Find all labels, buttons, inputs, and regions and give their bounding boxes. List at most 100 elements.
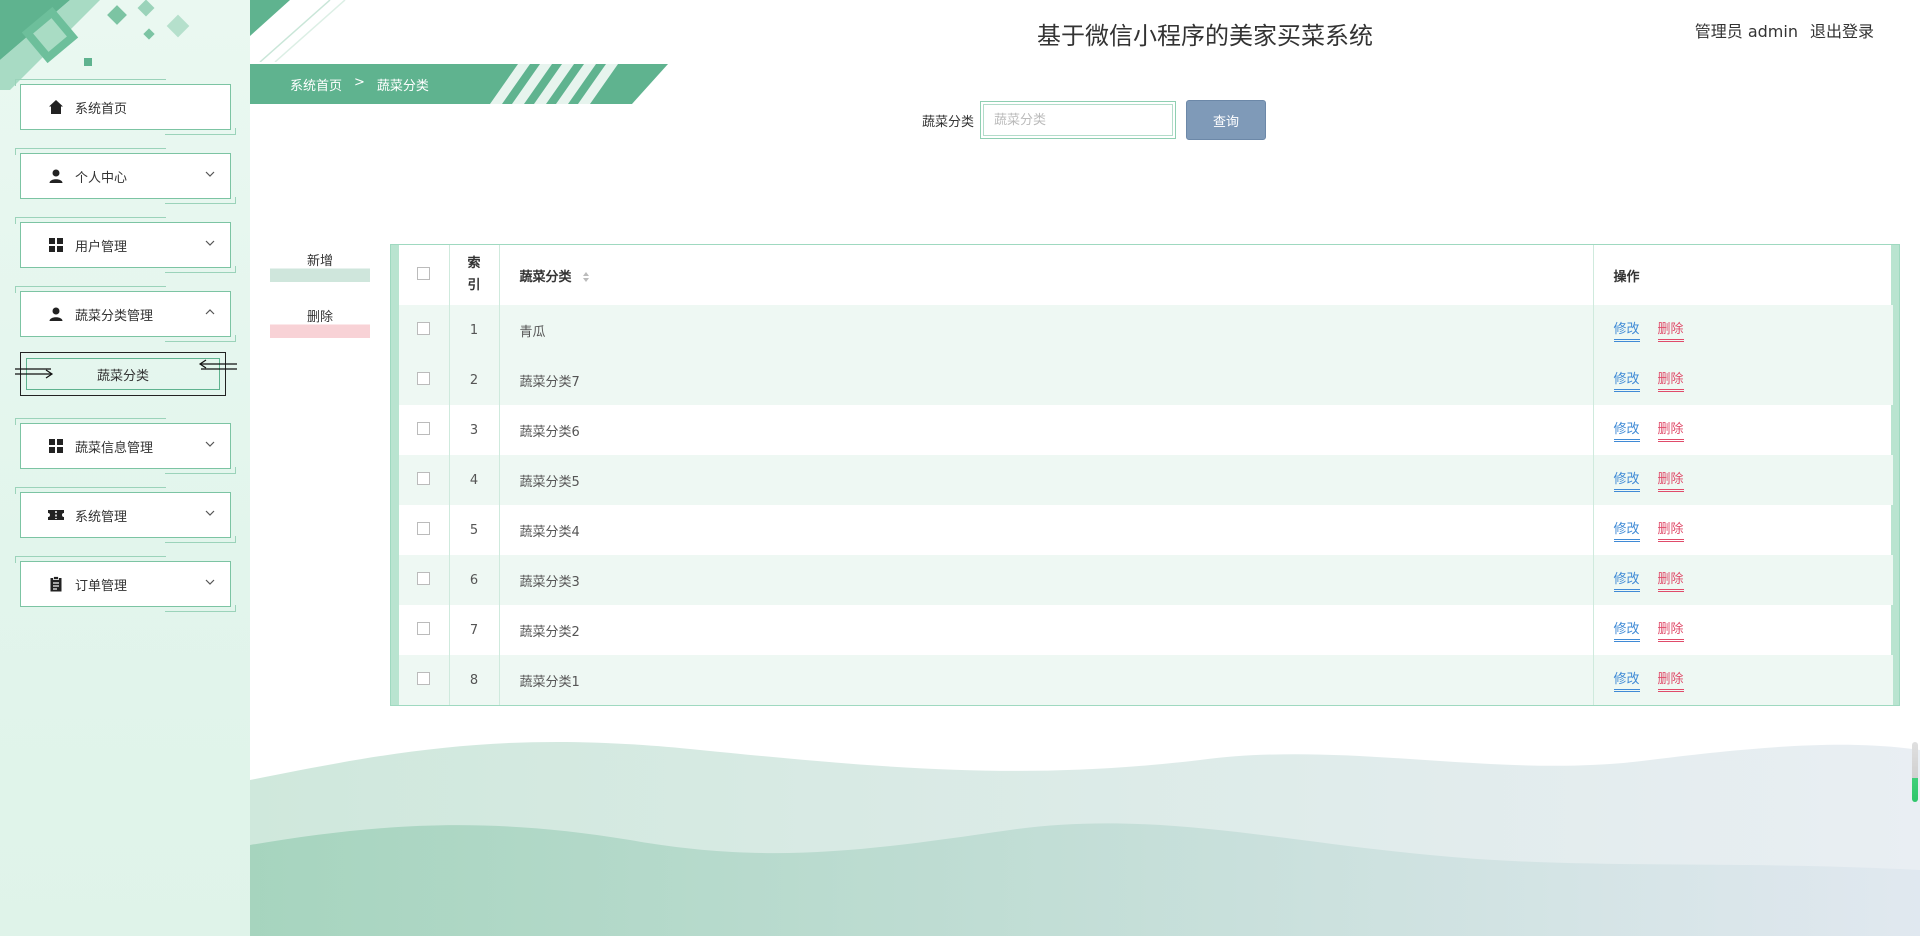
person-icon [47, 167, 65, 185]
table-left-bar [391, 245, 399, 705]
delete-link[interactable]: 删除 [1657, 318, 1684, 342]
table-row: 5 蔬菜分类4 修改 删除 [399, 505, 1893, 555]
sidebar-item-vegetable-category-management[interactable]: 蔬菜分类管理 [15, 286, 236, 342]
sidebar-subitem-vegetable-category[interactable]: 蔬菜分类 [15, 352, 237, 396]
chevron-down-icon [205, 441, 215, 447]
header-category[interactable]: 蔬菜分类 [499, 245, 1594, 305]
edit-link[interactable]: 修改 [1613, 568, 1640, 592]
row-checkbox[interactable] [417, 371, 431, 385]
row-checkbox[interactable] [417, 571, 431, 585]
person-icon [47, 305, 65, 323]
clipboard-icon [47, 575, 65, 593]
edit-link[interactable]: 修改 [1613, 518, 1640, 542]
breadcrumb-trail: 系统首页 > 蔬菜分类 [290, 75, 429, 94]
row-index: 6 [449, 555, 500, 605]
row-checkbox[interactable] [417, 521, 431, 535]
data-table-container: 索引 蔬菜分类 操作 1 青瓜 修改 删除 2 蔬菜分类7 修改 删除 3 蔬菜… [390, 244, 1900, 706]
row-checkbox[interactable] [417, 421, 431, 435]
select-all-checkbox[interactable] [417, 266, 431, 280]
sidebar-item-label: 蔬菜信息管理 [75, 440, 154, 456]
batch-delete-button[interactable]: 删除 [270, 308, 370, 338]
sidebar-item-user-management[interactable]: 用户管理 [15, 217, 236, 273]
edit-link[interactable]: 修改 [1613, 368, 1640, 392]
header-index: 索引 [449, 245, 500, 305]
row-index: 4 [449, 455, 500, 505]
sidebar-item-label: 订单管理 [75, 578, 128, 594]
chevron-down-icon [205, 510, 215, 516]
data-table: 索引 蔬菜分类 操作 1 青瓜 修改 删除 2 蔬菜分类7 修改 删除 3 蔬菜… [399, 245, 1893, 705]
chevron-down-icon [205, 171, 215, 177]
table-row: 3 蔬菜分类6 修改 删除 [399, 405, 1893, 455]
row-index: 2 [449, 355, 500, 405]
sidebar-item-vegetable-info-management[interactable]: 蔬菜信息管理 [15, 418, 236, 474]
arrow-right-icon [15, 368, 54, 379]
header-operation: 操作 [1613, 269, 1640, 285]
row-category-name: 蔬菜分类6 [499, 405, 1594, 455]
row-index: 8 [449, 655, 500, 705]
add-button[interactable]: 新增 [270, 252, 370, 282]
breadcrumb: 系统首页 > 蔬菜分类 [250, 64, 670, 104]
row-checkbox[interactable] [417, 671, 431, 685]
delete-link[interactable]: 删除 [1657, 668, 1684, 692]
delete-link[interactable]: 删除 [1657, 568, 1684, 592]
sort-icon[interactable] [582, 271, 590, 283]
grid-icon [47, 437, 65, 455]
row-category-name: 蔬菜分类7 [499, 355, 1594, 405]
breadcrumb-home[interactable]: 系统首页 [290, 75, 342, 94]
table-row: 4 蔬菜分类5 修改 删除 [399, 455, 1893, 505]
table-row: 1 青瓜 修改 删除 [399, 305, 1893, 355]
sidebar-subitem-label: 蔬菜分类 [96, 368, 149, 384]
table-row: 8 蔬菜分类1 修改 删除 [399, 655, 1893, 705]
sidebar-item-personal-center[interactable]: 个人中心 [15, 148, 236, 204]
home-icon [47, 98, 65, 116]
row-category-name: 蔬菜分类3 [499, 555, 1594, 605]
search-bar: 蔬菜分类 查询 [922, 100, 1267, 140]
search-input-frame [980, 101, 1177, 139]
edit-link[interactable]: 修改 [1613, 418, 1640, 442]
row-index: 7 [449, 605, 500, 655]
edit-link[interactable]: 修改 [1613, 618, 1640, 642]
table-header-row: 索引 蔬菜分类 操作 [399, 245, 1893, 305]
header-select-all-cell [399, 245, 450, 305]
row-category-name: 蔬菜分类2 [499, 605, 1594, 655]
ticket-icon [47, 506, 65, 524]
breadcrumb-separator: > [354, 75, 365, 90]
background-waves [250, 741, 1920, 936]
row-category-name: 蔬菜分类5 [499, 455, 1594, 505]
logout-link[interactable]: 退出登录 [1810, 18, 1874, 42]
top-header: 基于微信小程序的美家买菜系统 管理员 admin 退出登录 [250, 0, 1920, 62]
delete-link[interactable]: 删除 [1657, 368, 1684, 392]
edit-link[interactable]: 修改 [1613, 318, 1640, 342]
delete-link[interactable]: 删除 [1657, 418, 1684, 442]
sidebar-item-system-management[interactable]: 系统管理 [15, 487, 236, 543]
page-title: 基于微信小程序的美家买菜系统 [1037, 22, 1373, 50]
sidebar-item-label: 用户管理 [75, 239, 128, 255]
admin-label: 管理员 admin [1694, 22, 1798, 41]
sidebar-item-label: 蔬菜分类管理 [75, 308, 154, 324]
delete-link[interactable]: 删除 [1657, 468, 1684, 492]
row-category-name: 蔬菜分类1 [499, 655, 1594, 705]
delete-link[interactable]: 删除 [1657, 618, 1684, 642]
sidebar-item-label: 个人中心 [75, 170, 128, 186]
delete-link[interactable]: 删除 [1657, 518, 1684, 542]
sidebar-item-label: 系统首页 [75, 101, 128, 117]
sidebar-item-label: 系统管理 [75, 509, 128, 525]
arrow-left-icon [198, 359, 237, 370]
sidebar-item-order-management[interactable]: 订单管理 [15, 556, 236, 612]
grid-icon [47, 236, 65, 254]
edit-link[interactable]: 修改 [1613, 668, 1640, 692]
table-row: 6 蔬菜分类3 修改 删除 [399, 555, 1893, 605]
scrollbar[interactable] [1912, 742, 1918, 802]
search-button[interactable]: 查询 [1186, 100, 1267, 140]
row-checkbox[interactable] [417, 621, 431, 635]
search-input[interactable] [983, 104, 1174, 136]
chevron-down-icon [205, 240, 215, 246]
user-area: 管理员 admin 退出登录 [1695, 18, 1874, 42]
sidebar: 系统首页 个人中心 用户管理 蔬菜分类管理 蔬菜分类 蔬菜信息管理 系统管理 订… [0, 0, 250, 936]
table-row: 7 蔬菜分类2 修改 删除 [399, 605, 1893, 655]
edit-link[interactable]: 修改 [1613, 468, 1640, 492]
row-category-name: 蔬菜分类4 [499, 505, 1594, 555]
row-checkbox[interactable] [417, 471, 431, 485]
row-checkbox[interactable] [417, 321, 431, 335]
sidebar-item-home[interactable]: 系统首页 [15, 79, 236, 135]
